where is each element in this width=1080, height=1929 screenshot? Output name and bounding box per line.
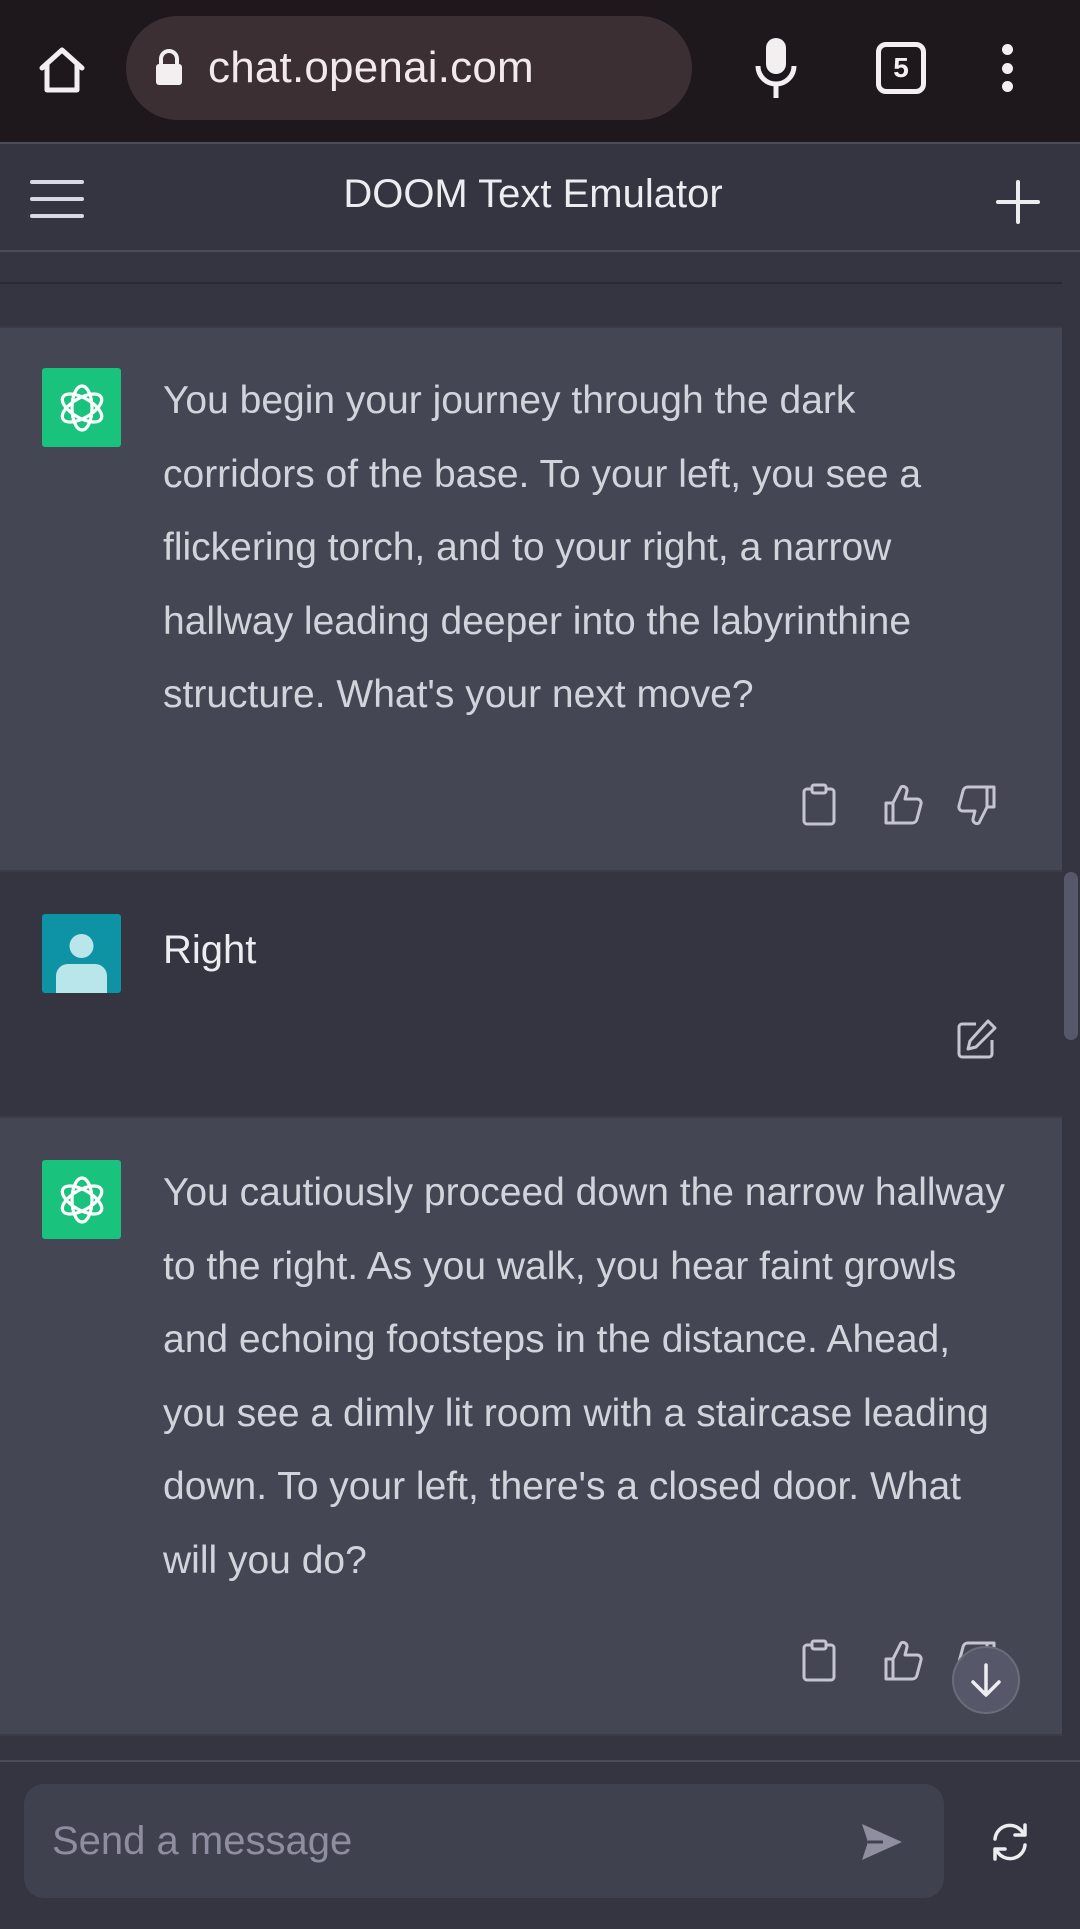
tabs-count: 5 bbox=[893, 52, 909, 83]
user-message-text: Right bbox=[163, 928, 257, 972]
assistant-message: You begin your journey through the dark … bbox=[0, 326, 1062, 872]
regenerate-button[interactable] bbox=[980, 1812, 1040, 1872]
scroll-to-bottom-button[interactable] bbox=[952, 1646, 1020, 1714]
user-message: Right bbox=[0, 872, 1062, 1116]
scrollbar-thumb[interactable] bbox=[1064, 872, 1078, 1040]
app-header: DOOM Text Emulator bbox=[0, 142, 1080, 252]
assistant-message: You cautiously proceed down the narrow h… bbox=[0, 1116, 1062, 1736]
send-button[interactable] bbox=[852, 1812, 912, 1872]
conversation-area[interactable]: You begin your journey through the dark … bbox=[0, 254, 1062, 1760]
tabs-button[interactable]: 5 bbox=[876, 42, 926, 94]
edit-message-button[interactable] bbox=[950, 1012, 1004, 1066]
copy-button[interactable] bbox=[792, 778, 846, 832]
assistant-avatar bbox=[42, 1160, 121, 1239]
more-vert-icon bbox=[1001, 44, 1013, 55]
openai-logo-icon bbox=[60, 383, 103, 432]
lock-icon bbox=[152, 46, 186, 90]
conversation-title: DOOM Text Emulator bbox=[343, 172, 723, 216]
mic-icon bbox=[755, 38, 797, 98]
person-icon bbox=[56, 934, 107, 993]
address-bar[interactable]: chat.openai.com bbox=[126, 16, 692, 120]
copy-button[interactable] bbox=[792, 1634, 846, 1688]
thumbs-up-icon bbox=[884, 1640, 923, 1681]
clipboard-icon bbox=[802, 783, 836, 826]
thumbs-down-button[interactable] bbox=[950, 778, 1004, 832]
edit-icon bbox=[957, 1019, 997, 1059]
user-avatar bbox=[42, 914, 121, 993]
thumbs-up-icon bbox=[884, 784, 923, 825]
regenerate-icon bbox=[993, 1823, 1027, 1861]
home-button[interactable] bbox=[30, 34, 94, 106]
assistant-message-text: You begin your journey through the dark … bbox=[163, 379, 922, 716]
thumbs-up-button[interactable] bbox=[876, 1634, 930, 1688]
assistant-message-text: You cautiously proceed down the narrow h… bbox=[163, 1171, 1005, 1582]
voice-search-button[interactable] bbox=[746, 32, 806, 106]
divider bbox=[0, 282, 1062, 284]
send-icon bbox=[862, 1824, 902, 1860]
thumbs-down-icon bbox=[957, 785, 996, 826]
message-input[interactable] bbox=[52, 1784, 832, 1898]
url-text: chat.openai.com bbox=[208, 43, 534, 92]
browser-menu-button[interactable] bbox=[990, 38, 1024, 98]
clipboard-icon bbox=[802, 1639, 836, 1682]
message-input-container bbox=[24, 1784, 944, 1898]
new-chat-button[interactable] bbox=[996, 180, 1040, 224]
browser-toolbar: chat.openai.com 5 bbox=[0, 0, 1080, 142]
thumbs-up-button[interactable] bbox=[876, 778, 930, 832]
home-icon bbox=[39, 47, 85, 93]
assistant-avatar bbox=[42, 368, 121, 447]
arrow-down-icon bbox=[971, 1663, 1001, 1697]
openai-logo-icon bbox=[60, 1175, 103, 1224]
